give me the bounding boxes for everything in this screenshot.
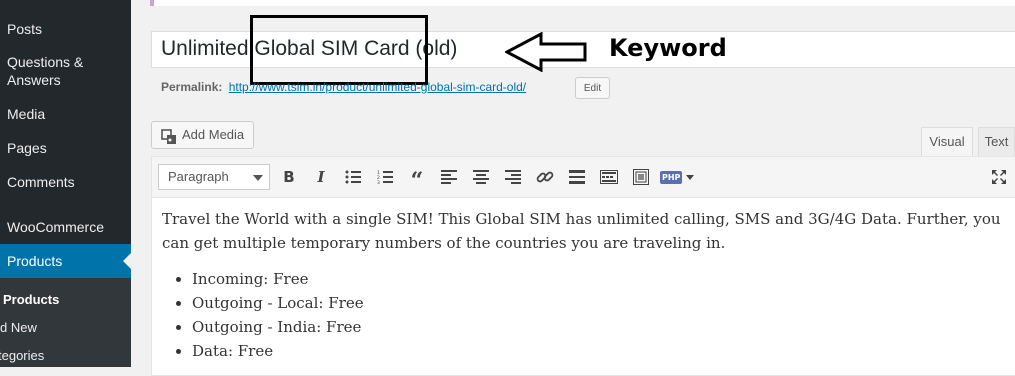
align-right-icon[interactable] bbox=[502, 166, 524, 188]
align-center-icon[interactable] bbox=[470, 166, 492, 188]
toolbar-toggle-icon[interactable] bbox=[598, 166, 620, 188]
numbered-list-icon[interactable]: 123 bbox=[374, 166, 396, 188]
submenu-item-all-products[interactable]: Products bbox=[3, 292, 59, 307]
add-media-label: Add Media bbox=[182, 127, 245, 142]
format-select-value: Paragraph bbox=[168, 169, 229, 184]
current-menu-arrow bbox=[123, 253, 131, 269]
blockquote-icon[interactable]: “ bbox=[406, 166, 428, 194]
horizontal-rule-icon[interactable] bbox=[566, 166, 588, 188]
svg-text:3: 3 bbox=[377, 180, 380, 184]
bold-icon[interactable]: B bbox=[278, 166, 300, 188]
sidebar-item-posts[interactable]: Posts bbox=[0, 20, 131, 38]
list-item: Data: Free bbox=[192, 339, 1012, 363]
editor-content[interactable]: Travel the World with a single SIM! This… bbox=[162, 207, 1012, 363]
admin-sidebar: Posts Questions & Answers Media Pages Co… bbox=[0, 0, 131, 367]
bullet-list-icon[interactable] bbox=[342, 166, 364, 188]
list-item: Outgoing - India: Free bbox=[192, 315, 1012, 339]
format-select[interactable]: Paragraph bbox=[158, 164, 270, 190]
permalink-row: Permalink: http://www.tsim.in/product/un… bbox=[161, 80, 526, 94]
list-item: Outgoing - Local: Free bbox=[192, 291, 1012, 315]
php-badge: PHP bbox=[660, 170, 683, 184]
submenu-item-categories[interactable]: tegories bbox=[0, 348, 44, 363]
sidebar-item-pages[interactable]: Pages bbox=[0, 139, 131, 157]
php-icon[interactable]: PHP bbox=[660, 166, 695, 188]
products-submenu: Products d New tegories bbox=[0, 278, 131, 367]
sidebar-item-comments[interactable]: Comments bbox=[0, 173, 131, 191]
align-left-icon[interactable] bbox=[438, 166, 460, 188]
media-icon bbox=[161, 128, 177, 154]
sidebar-item-media[interactable]: Media bbox=[0, 105, 131, 123]
italic-icon[interactable]: I bbox=[310, 166, 332, 188]
annotation-label: Keyword bbox=[609, 34, 727, 62]
notice-strip bbox=[150, 0, 1015, 6]
sidebar-item-label: Products bbox=[7, 253, 63, 269]
annotation-highlight-box bbox=[250, 15, 428, 85]
content-paragraph: Travel the World with a single SIM! This… bbox=[162, 210, 1001, 252]
tab-text[interactable]: Text bbox=[978, 127, 1015, 157]
content-editor: Paragraph B I 123 “ PHP Travel the World… bbox=[151, 156, 1015, 376]
permalink-url[interactable]: http://www.tsim.in/product/unlimited-glo… bbox=[229, 80, 526, 94]
sidebar-item-questions-answers[interactable]: Questions & Answers bbox=[0, 53, 120, 89]
sidebar-item-woocommerce[interactable]: WooCommerce bbox=[0, 218, 131, 236]
content-list: Incoming: Free Outgoing - Local: Free Ou… bbox=[162, 267, 1012, 363]
add-media-button[interactable]: Add Media bbox=[151, 121, 254, 149]
fullscreen-icon[interactable] bbox=[988, 166, 1010, 188]
sidebar-item-products[interactable]: Products bbox=[0, 244, 131, 278]
insert-table-icon[interactable] bbox=[630, 166, 652, 188]
editor-toolbar: Paragraph B I 123 “ PHP bbox=[152, 157, 1015, 198]
tab-visual[interactable]: Visual bbox=[921, 127, 973, 157]
link-icon[interactable] bbox=[534, 166, 556, 188]
submenu-item-add-new[interactable]: d New bbox=[0, 320, 37, 335]
chevron-down-icon bbox=[686, 174, 695, 180]
annotation-arrow-icon bbox=[505, 32, 587, 72]
edit-permalink-button[interactable]: Edit bbox=[575, 77, 610, 99]
permalink-label: Permalink: bbox=[161, 80, 223, 94]
chevron-down-icon bbox=[253, 175, 263, 181]
list-item: Incoming: Free bbox=[192, 267, 1012, 291]
